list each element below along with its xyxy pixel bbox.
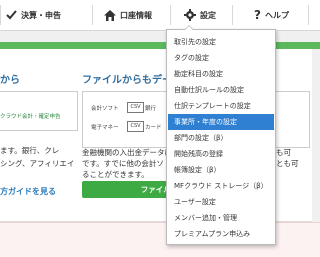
nav-item-label: 決算・申告 bbox=[21, 10, 61, 20]
nav-item-label: 口座情報 bbox=[120, 10, 152, 20]
nav-item-help[interactable]: ? ヘルプ bbox=[254, 0, 289, 30]
csv-source-label: カード bbox=[145, 125, 162, 131]
nav-separator bbox=[232, 5, 233, 25]
menu-item-user-settings[interactable]: ユーザー設定 bbox=[168, 194, 274, 210]
menu-item-mf-cloud-storage[interactable]: MFクラウド ストレージ（β） bbox=[168, 178, 274, 194]
menu-item-premium-plan[interactable]: プレミアムプラン申込み bbox=[168, 226, 274, 242]
csv-source-label: 電子マネー bbox=[91, 125, 119, 131]
gear-icon bbox=[184, 9, 196, 21]
csv-file-icon: CSV bbox=[127, 102, 144, 113]
home-icon bbox=[104, 9, 116, 21]
menu-item-ledger-settings[interactable]: 帳簿設定（β） bbox=[168, 162, 274, 178]
csv-source-label: 会計ソフト bbox=[91, 106, 119, 112]
nav-item-label: 設定 bbox=[200, 10, 216, 20]
left-section-title: から bbox=[0, 75, 20, 86]
nav-separator bbox=[308, 5, 309, 25]
menu-item-account-items[interactable]: 勘定科目の設定 bbox=[168, 66, 274, 82]
menu-item-tags[interactable]: タグの設定 bbox=[168, 50, 274, 66]
left-description-line: ます。銀行、クレ bbox=[0, 146, 60, 155]
menu-item-partners[interactable]: 取引先の設定 bbox=[168, 34, 274, 50]
top-nav: 決算・申告 口座情報 設定 ? ヘルプ bbox=[0, 0, 320, 31]
nav-separator bbox=[0, 5, 1, 25]
csv-source-label: 銀行 bbox=[145, 106, 157, 112]
menu-item-auto-journal-rules[interactable]: 自動仕訳ルールの設定 bbox=[168, 82, 274, 98]
right-description-line: ることができます。 bbox=[82, 170, 149, 179]
right-section-title: ファイルからもデー bbox=[82, 75, 172, 86]
right-description-overflow: とも可 bbox=[276, 159, 299, 168]
menu-item-member-management[interactable]: メンバー追加・管理 bbox=[168, 210, 274, 226]
settings-dropdown-menu: 取引先の設定 タグの設定 勘定科目の設定 自動仕訳ルールの設定 仕訳テンプレートの設定事… bbox=[166, 29, 276, 245]
menu-item-office-fiscal-year[interactable]: 事業所・年度の設定 bbox=[168, 114, 274, 130]
right-description-overflow: も可 bbox=[276, 148, 291, 157]
right-description-line: です。すでに他の会計ソ bbox=[82, 159, 164, 168]
check-icon bbox=[6, 10, 17, 20]
nav-item-accounts[interactable]: 口座情報 bbox=[104, 0, 152, 30]
nav-item-label: ヘルプ bbox=[264, 10, 289, 20]
dropdown-caret-inner bbox=[185, 26, 193, 30]
question-icon: ? bbox=[254, 8, 261, 22]
nav-separator bbox=[92, 5, 93, 25]
nav-separator bbox=[170, 5, 171, 25]
nav-item-closing[interactable]: 決算・申告 bbox=[6, 0, 61, 30]
menu-item-journal-templates[interactable]: 仕訳テンプレートの設定 bbox=[168, 98, 274, 114]
left-illustration-box bbox=[0, 91, 78, 131]
right-description-line: 金融機関の入出金データは bbox=[82, 148, 172, 157]
left-description-line: シング、アフィリエイ bbox=[0, 159, 75, 168]
mfc-caption: クラウド会計・確定申告 bbox=[0, 114, 61, 120]
guide-link[interactable]: 方ガイドを見る bbox=[0, 186, 56, 197]
csv-file-icon: CSV bbox=[127, 121, 144, 132]
menu-item-departments[interactable]: 部門の設定（β） bbox=[168, 130, 274, 146]
menu-item-opening-balance[interactable]: 開始残高の登録 bbox=[168, 146, 274, 162]
